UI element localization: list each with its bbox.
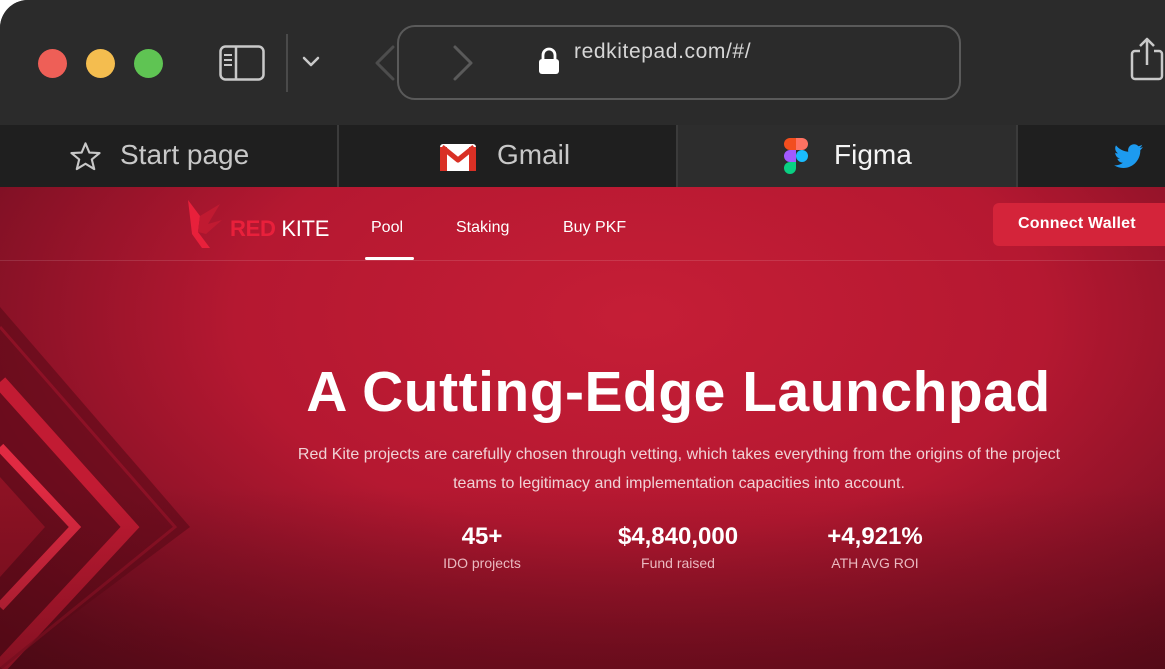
browser-toolbar: redkitepad.com/#/ xyxy=(0,0,1165,125)
connect-wallet-button[interactable]: Connect Wallet xyxy=(993,203,1165,246)
minimize-window-button[interactable] xyxy=(86,49,115,78)
tab-figma[interactable]: Figma xyxy=(678,125,1018,187)
stat-label: Fund raised xyxy=(641,555,715,571)
chevron-down-icon[interactable] xyxy=(302,55,320,69)
zoom-window-button[interactable] xyxy=(134,49,163,78)
tab-start-page[interactable]: Start page xyxy=(0,125,339,187)
stat-ido-projects: 45+ IDO projects xyxy=(431,523,533,571)
hero-title: A Cutting-Edge Launchpad xyxy=(306,360,1051,424)
sidebar-toggle-icon[interactable] xyxy=(219,45,265,81)
stat-value: 45+ xyxy=(461,523,503,550)
back-arrow-icon[interactable] xyxy=(374,44,396,82)
toolbar-divider xyxy=(286,34,288,92)
stat-fund-raised: $4,840,000 Fund raised xyxy=(598,523,758,571)
tab-label: Gmail xyxy=(497,139,571,170)
nav-link-staking[interactable]: Staking xyxy=(456,219,509,237)
red-kite-logo-icon[interactable] xyxy=(186,198,224,248)
share-icon[interactable] xyxy=(1130,36,1164,82)
page-content: RED KITE Pool Staking Buy PKF Connect Wa… xyxy=(0,187,1165,669)
url-text[interactable]: redkitepad.com/#/ xyxy=(574,40,751,64)
stat-ath-avg-roi: +4,921% ATH AVG ROI xyxy=(815,523,935,571)
lock-icon xyxy=(539,47,559,74)
logo-red-word: RED xyxy=(230,216,276,241)
figma-icon xyxy=(784,138,808,174)
twitter-icon xyxy=(1114,144,1143,168)
logo-kite-word: KITE xyxy=(281,216,330,241)
favorites-bar: Start page Gmail Figma xyxy=(0,125,1165,187)
background-shade xyxy=(0,487,1165,669)
nav-link-pool[interactable]: Pool xyxy=(371,219,403,237)
browser-window: redkitepad.com/#/ Start page Gmail Figma… xyxy=(0,0,1165,669)
nav-link-buy-pkf[interactable]: Buy PKF xyxy=(563,219,626,237)
tab-twitter[interactable] xyxy=(1018,125,1165,187)
active-nav-indicator xyxy=(365,257,414,260)
hero-subtitle: Red Kite projects are carefully chosen t… xyxy=(297,446,1061,492)
stat-value: $4,840,000 xyxy=(617,523,739,550)
site-logo-text[interactable]: RED KITE xyxy=(230,216,329,242)
tab-gmail[interactable]: Gmail xyxy=(339,125,678,187)
star-icon xyxy=(70,142,101,171)
tab-label: Figma xyxy=(834,139,912,170)
tab-label: Start page xyxy=(120,139,250,170)
close-window-button[interactable] xyxy=(38,49,67,78)
stat-value: +4,921% xyxy=(827,523,923,550)
gmail-icon xyxy=(440,144,476,171)
site-navbar: RED KITE Pool Staking Buy PKF Connect Wa… xyxy=(0,187,1165,261)
stat-label: ATH AVG ROI xyxy=(831,555,919,571)
forward-arrow-icon[interactable] xyxy=(452,44,474,82)
stat-label: IDO projects xyxy=(443,555,521,571)
